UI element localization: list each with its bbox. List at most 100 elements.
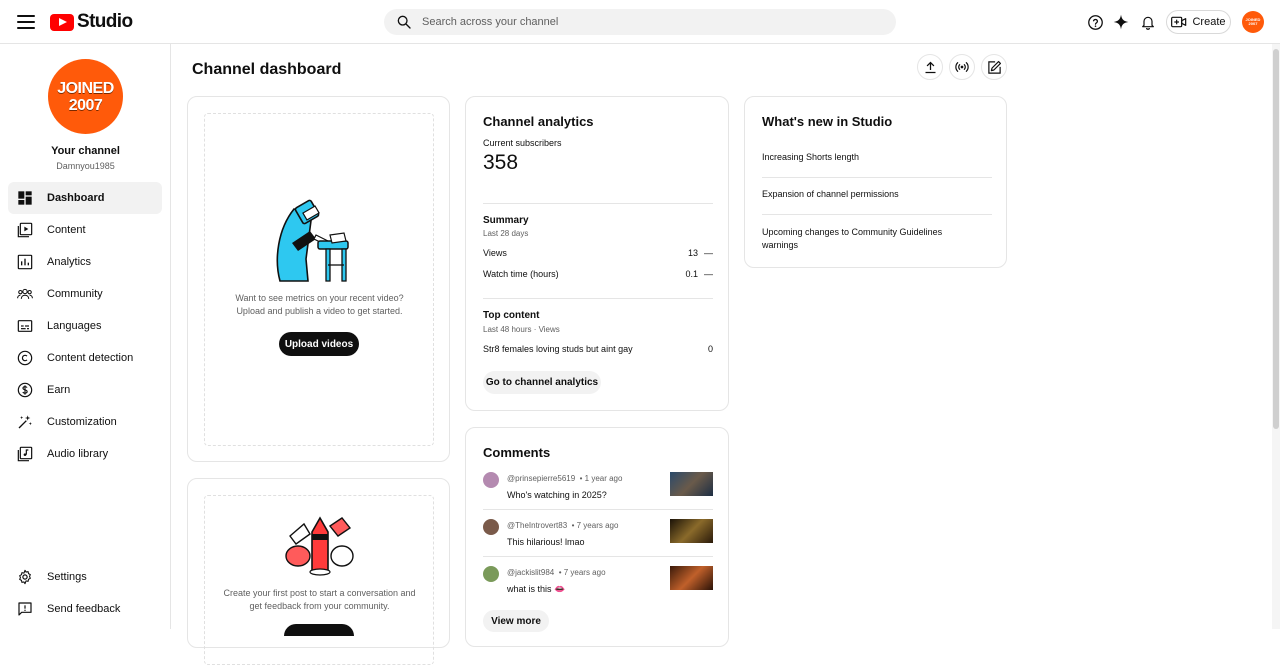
upload-icon (925, 61, 935, 73)
gear-icon (17, 569, 33, 585)
whats-new-item[interactable]: Upcoming changes to Community Guidelines… (762, 226, 952, 252)
menu-icon[interactable] (16, 12, 36, 32)
sidebar-item-content[interactable]: Content (8, 214, 162, 246)
page-title: Channel dashboard (192, 61, 342, 78)
upload-videos-button[interactable]: Upload videos (279, 332, 359, 356)
whats-new-item[interactable]: Increasing Shorts length (762, 152, 859, 162)
comment-author: @jackislit984 • 7 years ago (507, 568, 606, 577)
avatar (483, 566, 499, 582)
sidebar-item-label: Audio library (47, 448, 109, 460)
sidebar-item-analytics[interactable]: Analytics (8, 246, 162, 278)
analytics-icon (17, 254, 33, 270)
edit-icon (987, 60, 1001, 74)
search-input[interactable] (422, 16, 862, 28)
top-content-views: 0 (707, 344, 713, 354)
top-content-row[interactable]: Str8 females loving studs but aint gay 0 (483, 344, 713, 356)
comment-item[interactable]: @prinsepierre5619 • 1 year ago Who's wat… (483, 472, 713, 512)
upload-prompt: Want to see metrics on your recent video… (188, 292, 451, 318)
top-content-title: Top content (483, 310, 540, 321)
metric-trend: — (704, 269, 713, 279)
content-icon (17, 222, 33, 238)
comment-text: This hilarious! lmao (507, 537, 585, 547)
subtitles-icon (17, 318, 33, 334)
sidebar-item-send-feedback[interactable]: Send feedback (8, 593, 162, 625)
video-thumbnail[interactable] (670, 472, 713, 496)
sidebar-item-languages[interactable]: Languages (8, 310, 162, 342)
sidebar-item-content-detection[interactable]: Content detection (8, 342, 162, 374)
analytics-title: Channel analytics (483, 114, 594, 129)
dashboard-icon (17, 190, 33, 206)
sidebar-item-label: Settings (47, 571, 87, 583)
sidebar-item-customization[interactable]: Customization (8, 406, 162, 438)
post-prompt-line2: get feedback from your community. (249, 601, 390, 611)
divider (483, 203, 713, 204)
comment-author: @prinsepierre5619 • 1 year ago (507, 474, 623, 483)
sidebar-item-settings[interactable]: Settings (8, 561, 162, 593)
go-to-analytics-button[interactable]: Go to channel analytics (483, 371, 601, 394)
help-button[interactable] (1082, 9, 1108, 35)
account-avatar[interactable]: JOINED 2007 (1242, 11, 1264, 33)
upload-button[interactable] (917, 54, 943, 80)
whats-new-item[interactable]: Expansion of channel permissions (762, 189, 899, 199)
notifications-button[interactable] (1135, 9, 1161, 35)
channel-avatar[interactable]: JOINED 2007 (48, 59, 123, 134)
comment-item[interactable]: @jackislit984 • 7 years ago what is this… (483, 566, 713, 606)
help-icon (1087, 14, 1103, 30)
feedback-icon (17, 601, 33, 617)
divider (483, 298, 713, 299)
page-scrollbar[interactable] (1272, 44, 1280, 629)
channel-handle: Damnyou1985 (56, 161, 115, 171)
sidebar-item-audio-library[interactable]: Audio library (8, 438, 162, 470)
metric-trend: — (704, 248, 713, 258)
copyright-icon (17, 350, 33, 366)
sidebar-item-label: Content (47, 224, 86, 236)
channel-analytics-card: Channel analytics Current subscribers 35… (465, 96, 729, 411)
sidebar-item-community[interactable]: Community (8, 278, 162, 310)
sidebar-item-label: Content detection (47, 352, 134, 364)
metric-value: 13 (687, 248, 698, 258)
comments-title: Comments (483, 445, 551, 460)
create-post-button[interactable] (981, 54, 1007, 80)
sidebar-item-label: Analytics (47, 256, 92, 268)
sidebar-item-earn[interactable]: Earn (8, 374, 162, 406)
comment-text: what is this 👄 (507, 584, 566, 594)
ai-sparkle-button[interactable] (1108, 9, 1134, 35)
scrollbar-thumb[interactable] (1273, 49, 1279, 429)
search-icon (397, 15, 411, 29)
sidebar-item-dashboard[interactable]: Dashboard (8, 182, 162, 214)
avatar (483, 472, 499, 488)
sidebar-item-label: Customization (47, 416, 117, 428)
dollar-icon (17, 382, 33, 398)
metric-row-views: Views 13 — (483, 248, 713, 260)
top-content-title-text: Str8 females loving studs but aint gay (483, 344, 633, 354)
sidebar: JOINED 2007 Your channel Damnyou1985 Das… (0, 44, 171, 629)
metric-label: Views (483, 248, 507, 258)
comment-text: Who's watching in 2025? (507, 490, 607, 500)
community-icon (17, 286, 33, 302)
sidebar-item-label: Send feedback (47, 603, 121, 615)
your-channel-label: Your channel (51, 145, 120, 157)
video-thumbnail[interactable] (670, 519, 713, 543)
create-post-button-partial[interactable] (284, 624, 354, 636)
sidebar-item-label: Languages (47, 320, 102, 332)
studio-logo[interactable]: Studio (50, 11, 133, 33)
account-avatar-text: JOINED 2007 (1245, 17, 1261, 26)
summary-period: Last 28 days (483, 229, 529, 238)
video-thumbnail[interactable] (670, 566, 713, 590)
search-bar[interactable] (384, 9, 896, 35)
comment-item[interactable]: @TheIntrovert83 • 7 years ago This hilar… (483, 519, 713, 559)
top-bar: Studio Create JOINED 2007 (0, 0, 1280, 44)
channel-avatar-line1: JOINED (57, 79, 114, 97)
divider (483, 556, 713, 557)
comments-card: Comments @prinsepierre5619 • 1 year ago … (465, 427, 729, 647)
upload-prompt-line2: Upload and publish a video to get starte… (236, 306, 403, 316)
upload-prompt-line1: Want to see metrics on your recent video… (235, 293, 404, 303)
top-content-period: Last 48 hours · Views (483, 325, 560, 334)
post-prompt: Create your first post to start a conver… (188, 587, 451, 613)
divider (762, 177, 992, 178)
metric-label: Watch time (hours) (483, 269, 559, 279)
post-prompt-line1: Create your first post to start a conver… (223, 588, 416, 598)
go-live-button[interactable] (949, 54, 975, 80)
create-button[interactable]: Create (1166, 10, 1231, 34)
subscribers-label: Current subscribers (483, 138, 562, 148)
